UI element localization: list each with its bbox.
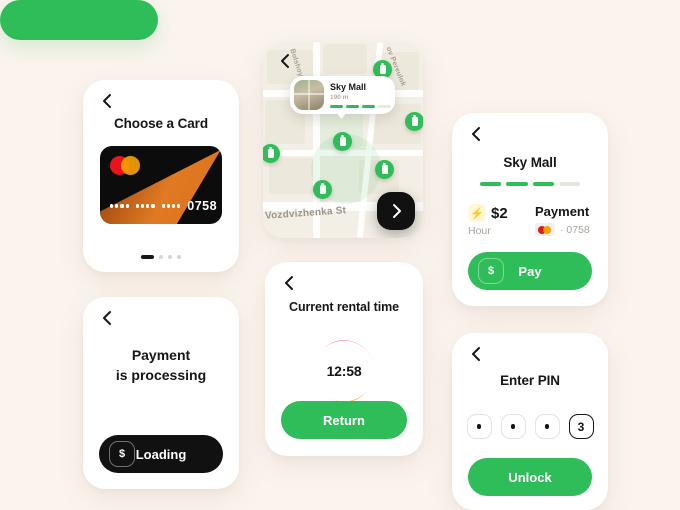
map-pin-station-selected[interactable] xyxy=(333,132,352,151)
map-station-tooltip[interactable]: Sky Mall 190 m xyxy=(290,76,395,119)
pay-button[interactable]: $ Pay xyxy=(468,252,592,290)
payment-summary: ⚡ $2 Hour Payment · 0758 xyxy=(468,204,592,237)
pin-slot-3[interactable] xyxy=(534,414,560,439)
screen-enter-pin: Enter PIN 3 Unlock xyxy=(452,333,608,510)
back-button-map[interactable] xyxy=(275,52,293,70)
back-button-choose-card[interactable] xyxy=(97,92,115,110)
pager-dot[interactable] xyxy=(159,255,163,259)
page-title-rental: Current rental time xyxy=(289,300,399,314)
card-masked-group-3 xyxy=(161,204,181,208)
station-thumbnail xyxy=(294,80,324,110)
chevron-left-icon xyxy=(471,347,480,361)
rental-time-value: 12:58 xyxy=(326,363,362,379)
screens-mosaic: Choose a Card 0758 Bolshoy ov Pereulok V… xyxy=(0,0,680,510)
chevron-left-icon xyxy=(284,276,293,290)
mastercard-logo-icon xyxy=(535,223,555,236)
station-name: Sky Mall xyxy=(330,82,367,93)
pager-dot-active[interactable] xyxy=(141,255,154,259)
price-column: ⚡ $2 Hour xyxy=(468,204,525,237)
chevron-left-icon xyxy=(280,54,289,68)
back-button-payment[interactable] xyxy=(466,125,484,143)
chevron-left-icon xyxy=(102,94,111,108)
dollar-chip-icon: $ xyxy=(109,441,135,467)
pin-slot-4[interactable]: 3 xyxy=(568,414,594,439)
map-pin-station[interactable] xyxy=(405,112,423,131)
card-last4: 0758 xyxy=(187,199,218,213)
map-canvas[interactable]: Bolshoy ov Pereulok Vozdvizhenka St Sky … xyxy=(263,42,423,238)
processing-message: Payment is processing xyxy=(83,345,239,386)
unlock-button[interactable]: Unlock xyxy=(468,458,592,496)
bolt-icon: ⚡ xyxy=(468,204,486,222)
page-title-pin: Enter PIN xyxy=(500,373,560,388)
price-value: $2 xyxy=(491,204,508,222)
screen-payment-processing: Payment is processing $ Loading xyxy=(83,297,239,489)
map-pin-station[interactable] xyxy=(313,180,332,199)
unlock-button-label: Unlock xyxy=(508,469,552,485)
station-distance: 190 m xyxy=(330,93,349,101)
payment-method-column: Payment · 0758 xyxy=(535,204,592,237)
pin-slot-2[interactable] xyxy=(500,414,526,439)
payment-label: Payment xyxy=(535,204,590,219)
processing-line-1: Payment xyxy=(131,347,191,363)
pin-filled-dot xyxy=(510,424,516,429)
screen-current-rental: Current rental time 12:58 Return xyxy=(265,262,423,456)
credit-card[interactable]: 0758 xyxy=(100,146,222,224)
pager-dot[interactable] xyxy=(168,255,172,259)
station-battery-bar xyxy=(330,104,391,108)
back-button-processing[interactable] xyxy=(97,309,115,327)
pin-filled-dot xyxy=(544,424,550,429)
map-next-button[interactable] xyxy=(377,192,415,230)
back-button-rental[interactable] xyxy=(279,274,297,292)
loading-button-label: Loading xyxy=(135,446,187,462)
payment-card-last4: · 0758 xyxy=(560,223,590,236)
map-pin-station[interactable] xyxy=(375,160,394,179)
screen-station-payment: Sky Mall ⚡ $2 Hour Payment · 0758 $ Pay xyxy=(452,113,608,306)
screen-map: Bolshoy ov Pereulok Vozdvizhenka St Sky … xyxy=(263,42,423,238)
processing-line-2: is processing xyxy=(115,367,207,384)
dollar-chip-icon: $ xyxy=(478,258,504,284)
pin-slot-1[interactable] xyxy=(466,414,492,439)
pin-filled-dot xyxy=(476,424,482,429)
price-unit: Hour xyxy=(468,225,491,237)
screen-peek-green[interactable] xyxy=(0,0,158,40)
loading-button: $ Loading xyxy=(99,435,223,473)
rental-timer: 12:58 xyxy=(314,340,374,402)
chevron-left-icon xyxy=(471,127,480,141)
return-button[interactable]: Return xyxy=(281,401,407,439)
back-button-pin[interactable] xyxy=(466,345,484,363)
pay-button-label: Pay xyxy=(518,263,542,279)
page-title-choose-card: Choose a Card xyxy=(114,116,208,131)
mastercard-logo-icon xyxy=(110,156,140,175)
card-masked-group-1 xyxy=(110,204,129,208)
pager-dot[interactable] xyxy=(177,255,181,259)
card-number: 0758 xyxy=(110,199,218,213)
screen-choose-a-card: Choose a Card 0758 xyxy=(83,80,239,272)
station-battery-bar xyxy=(480,182,580,186)
page-title-station: Sky Mall xyxy=(503,155,557,170)
card-carousel-pager[interactable] xyxy=(83,255,239,259)
chevron-right-icon xyxy=(392,204,401,218)
pin-input-group[interactable]: 3 xyxy=(452,414,608,439)
card-masked-group-2 xyxy=(135,204,155,208)
chevron-left-icon xyxy=(102,311,111,325)
return-button-label: Return xyxy=(323,412,365,428)
